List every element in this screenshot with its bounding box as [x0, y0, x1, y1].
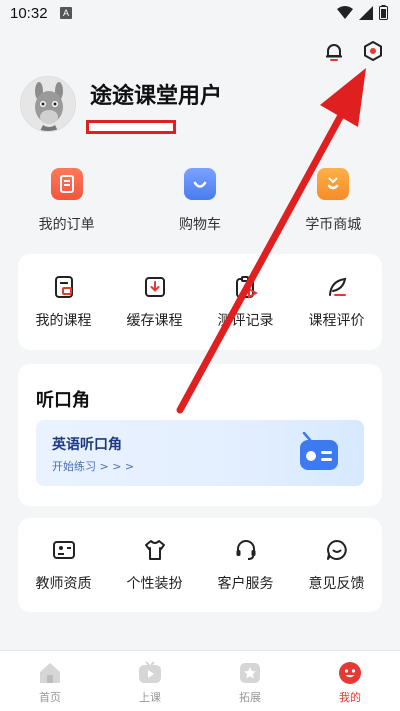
- services-card: 教师资质 个性装扮 客户服务 意见反馈: [18, 518, 382, 612]
- grid-item-my-courses[interactable]: 我的课程: [18, 274, 109, 330]
- grid-item-feedback[interactable]: 意见反馈: [291, 537, 382, 593]
- explore-icon: [240, 663, 260, 683]
- grid-item-label: 意见反馈: [308, 576, 365, 592]
- grid-item-label: 课程评价: [308, 313, 365, 329]
- nav-tab-explore[interactable]: 拓展: [200, 651, 300, 711]
- download-icon: [142, 274, 168, 300]
- grid-item-label: 我的课程: [35, 313, 92, 329]
- nav-label: 拓展: [239, 691, 261, 704]
- english-listening-banner[interactable]: 英语听口角 开始练习 > > >: [36, 420, 364, 486]
- grid-item-cached-courses[interactable]: 缓存课程: [109, 274, 200, 330]
- redacted-id-box: [86, 120, 176, 134]
- nav-tab-mine[interactable]: 我的: [300, 651, 400, 711]
- avatar[interactable]: [20, 76, 76, 132]
- grid-item-assessments[interactable]: 测评记录: [200, 274, 291, 330]
- status-indicators: [337, 5, 388, 20]
- banner-title: 英语听口角: [52, 437, 122, 453]
- radio-icon: [300, 432, 338, 470]
- grid-item-label: 测评记录: [217, 313, 274, 329]
- bottom-nav: 首页 上课 拓展 我的: [0, 650, 400, 711]
- shirt-icon: [142, 537, 168, 563]
- donkey-avatar-icon: [21, 77, 75, 131]
- nav-label: 首页: [39, 691, 61, 704]
- feedback-icon: [324, 537, 350, 563]
- grid-item-label: 客户服务: [217, 576, 274, 592]
- quick-item-label: 我的订单: [38, 217, 95, 233]
- profile-icon: [339, 662, 361, 684]
- home-icon: [40, 663, 60, 683]
- bell-icon[interactable]: [323, 41, 345, 63]
- cart-icon: [183, 168, 216, 200]
- username[interactable]: 途途课堂用户: [90, 78, 222, 110]
- quick-item-mall[interactable]: 学币商城: [267, 168, 400, 234]
- feather-icon: [324, 274, 350, 300]
- grid-item-label: 缓存课程: [126, 313, 183, 329]
- status-time: 10:32: [10, 5, 48, 22]
- nav-tab-class[interactable]: 上课: [100, 651, 200, 711]
- grid-item-personal-style[interactable]: 个性装扮: [109, 537, 200, 593]
- nav-label: 我的: [339, 691, 361, 704]
- quick-actions-row: 我的订单 购物车 学币商城: [0, 168, 400, 234]
- grid-item-teacher-credentials[interactable]: 教师资质: [18, 537, 109, 593]
- nav-label: 上课: [139, 691, 161, 704]
- study-card: 我的课程 缓存课程 测评记录 课程评价: [18, 254, 382, 350]
- clipboard-icon: [233, 274, 259, 300]
- play-icon: [139, 661, 161, 683]
- wifi-icon: [337, 5, 353, 19]
- grid-item-course-reviews[interactable]: 课程评价: [291, 274, 382, 330]
- settings-gear-icon[interactable]: [362, 40, 384, 62]
- quick-item-cart[interactable]: 购物车: [133, 168, 266, 234]
- grid-item-customer-service[interactable]: 客户服务: [200, 537, 291, 593]
- headset-icon: [233, 537, 259, 563]
- listening-card: 听口角 英语听口角 开始练习 > > >: [18, 364, 382, 506]
- section-title: 听口角: [36, 390, 90, 411]
- notification-a-icon: A: [60, 7, 72, 19]
- id-card-icon: [51, 537, 77, 563]
- order-icon: [50, 168, 83, 200]
- quick-item-label: 购物车: [178, 217, 221, 233]
- course-icon: [51, 274, 77, 300]
- nav-tab-home[interactable]: 首页: [0, 651, 100, 711]
- quick-item-orders[interactable]: 我的订单: [0, 168, 133, 234]
- signal-icon: [359, 5, 373, 20]
- mall-icon: [317, 168, 350, 200]
- quick-item-label: 学币商城: [305, 217, 362, 233]
- grid-item-label: 个性装扮: [126, 576, 183, 592]
- start-practice-link[interactable]: 开始练习 > > >: [52, 458, 134, 474]
- grid-item-label: 教师资质: [35, 576, 92, 592]
- battery-icon: [379, 5, 388, 20]
- status-bar: 10:32 A: [0, 0, 400, 28]
